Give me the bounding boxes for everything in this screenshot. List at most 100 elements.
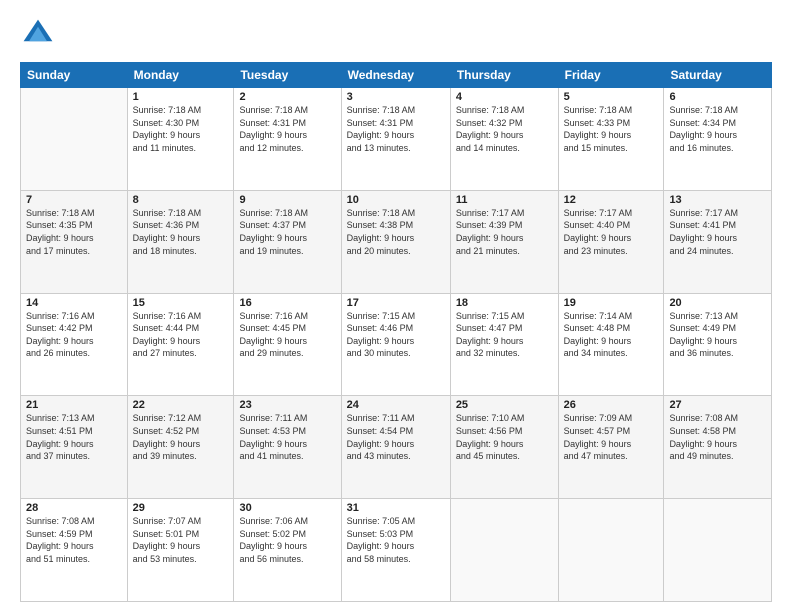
day-info: Sunrise: 7:18 AM Sunset: 4:37 PM Dayligh…: [239, 207, 335, 257]
calendar-cell: 6Sunrise: 7:18 AM Sunset: 4:34 PM Daylig…: [664, 88, 772, 191]
day-number: 1: [133, 91, 229, 103]
day-number: 3: [347, 91, 445, 103]
calendar-cell: 27Sunrise: 7:08 AM Sunset: 4:58 PM Dayli…: [664, 396, 772, 499]
day-info: Sunrise: 7:16 AM Sunset: 4:45 PM Dayligh…: [239, 310, 335, 360]
calendar-cell: 30Sunrise: 7:06 AM Sunset: 5:02 PM Dayli…: [234, 499, 341, 602]
calendar-header-monday: Monday: [127, 63, 234, 88]
calendar-header-wednesday: Wednesday: [341, 63, 450, 88]
day-number: 4: [456, 91, 553, 103]
day-info: Sunrise: 7:13 AM Sunset: 4:51 PM Dayligh…: [26, 412, 122, 462]
day-info: Sunrise: 7:18 AM Sunset: 4:33 PM Dayligh…: [564, 104, 659, 154]
day-number: 30: [239, 502, 335, 514]
day-number: 25: [456, 399, 553, 411]
calendar-cell: 25Sunrise: 7:10 AM Sunset: 4:56 PM Dayli…: [450, 396, 558, 499]
calendar-cell: [450, 499, 558, 602]
day-info: Sunrise: 7:12 AM Sunset: 4:52 PM Dayligh…: [133, 412, 229, 462]
calendar-cell: 26Sunrise: 7:09 AM Sunset: 4:57 PM Dayli…: [558, 396, 664, 499]
day-info: Sunrise: 7:08 AM Sunset: 4:58 PM Dayligh…: [669, 412, 766, 462]
calendar-cell: [21, 88, 128, 191]
calendar-cell: 5Sunrise: 7:18 AM Sunset: 4:33 PM Daylig…: [558, 88, 664, 191]
day-number: 26: [564, 399, 659, 411]
day-number: 24: [347, 399, 445, 411]
day-number: 5: [564, 91, 659, 103]
day-number: 14: [26, 297, 122, 309]
day-number: 18: [456, 297, 553, 309]
day-info: Sunrise: 7:18 AM Sunset: 4:30 PM Dayligh…: [133, 104, 229, 154]
calendar-header-saturday: Saturday: [664, 63, 772, 88]
day-number: 29: [133, 502, 229, 514]
day-number: 16: [239, 297, 335, 309]
calendar-cell: 23Sunrise: 7:11 AM Sunset: 4:53 PM Dayli…: [234, 396, 341, 499]
day-number: 11: [456, 194, 553, 206]
calendar-week-row: 7Sunrise: 7:18 AM Sunset: 4:35 PM Daylig…: [21, 190, 772, 293]
calendar-cell: 17Sunrise: 7:15 AM Sunset: 4:46 PM Dayli…: [341, 293, 450, 396]
calendar-cell: 14Sunrise: 7:16 AM Sunset: 4:42 PM Dayli…: [21, 293, 128, 396]
day-info: Sunrise: 7:18 AM Sunset: 4:31 PM Dayligh…: [347, 104, 445, 154]
calendar-cell: 2Sunrise: 7:18 AM Sunset: 4:31 PM Daylig…: [234, 88, 341, 191]
day-number: 13: [669, 194, 766, 206]
calendar-cell: 21Sunrise: 7:13 AM Sunset: 4:51 PM Dayli…: [21, 396, 128, 499]
day-number: 15: [133, 297, 229, 309]
calendar-header-sunday: Sunday: [21, 63, 128, 88]
calendar-cell: 16Sunrise: 7:16 AM Sunset: 4:45 PM Dayli…: [234, 293, 341, 396]
day-info: Sunrise: 7:15 AM Sunset: 4:47 PM Dayligh…: [456, 310, 553, 360]
day-info: Sunrise: 7:18 AM Sunset: 4:35 PM Dayligh…: [26, 207, 122, 257]
header: [20, 16, 772, 52]
day-info: Sunrise: 7:11 AM Sunset: 4:54 PM Dayligh…: [347, 412, 445, 462]
calendar-week-row: 21Sunrise: 7:13 AM Sunset: 4:51 PM Dayli…: [21, 396, 772, 499]
calendar-table: SundayMondayTuesdayWednesdayThursdayFrid…: [20, 62, 772, 602]
logo-icon: [20, 16, 56, 52]
day-number: 22: [133, 399, 229, 411]
calendar-header-friday: Friday: [558, 63, 664, 88]
day-info: Sunrise: 7:05 AM Sunset: 5:03 PM Dayligh…: [347, 515, 445, 565]
calendar-week-row: 1Sunrise: 7:18 AM Sunset: 4:30 PM Daylig…: [21, 88, 772, 191]
day-info: Sunrise: 7:18 AM Sunset: 4:32 PM Dayligh…: [456, 104, 553, 154]
day-info: Sunrise: 7:15 AM Sunset: 4:46 PM Dayligh…: [347, 310, 445, 360]
calendar-cell: 12Sunrise: 7:17 AM Sunset: 4:40 PM Dayli…: [558, 190, 664, 293]
day-number: 19: [564, 297, 659, 309]
day-number: 12: [564, 194, 659, 206]
page: SundayMondayTuesdayWednesdayThursdayFrid…: [0, 0, 792, 612]
day-info: Sunrise: 7:16 AM Sunset: 4:42 PM Dayligh…: [26, 310, 122, 360]
calendar-header-row: SundayMondayTuesdayWednesdayThursdayFrid…: [21, 63, 772, 88]
day-number: 6: [669, 91, 766, 103]
calendar-cell: 20Sunrise: 7:13 AM Sunset: 4:49 PM Dayli…: [664, 293, 772, 396]
day-number: 20: [669, 297, 766, 309]
day-number: 2: [239, 91, 335, 103]
day-number: 27: [669, 399, 766, 411]
calendar-cell: 22Sunrise: 7:12 AM Sunset: 4:52 PM Dayli…: [127, 396, 234, 499]
calendar-cell: 8Sunrise: 7:18 AM Sunset: 4:36 PM Daylig…: [127, 190, 234, 293]
calendar-cell: 28Sunrise: 7:08 AM Sunset: 4:59 PM Dayli…: [21, 499, 128, 602]
calendar-cell: 7Sunrise: 7:18 AM Sunset: 4:35 PM Daylig…: [21, 190, 128, 293]
calendar-cell: 18Sunrise: 7:15 AM Sunset: 4:47 PM Dayli…: [450, 293, 558, 396]
calendar-cell: 11Sunrise: 7:17 AM Sunset: 4:39 PM Dayli…: [450, 190, 558, 293]
calendar-cell: [664, 499, 772, 602]
calendar-cell: 3Sunrise: 7:18 AM Sunset: 4:31 PM Daylig…: [341, 88, 450, 191]
day-info: Sunrise: 7:18 AM Sunset: 4:31 PM Dayligh…: [239, 104, 335, 154]
calendar-cell: 29Sunrise: 7:07 AM Sunset: 5:01 PM Dayli…: [127, 499, 234, 602]
day-info: Sunrise: 7:17 AM Sunset: 4:41 PM Dayligh…: [669, 207, 766, 257]
day-info: Sunrise: 7:13 AM Sunset: 4:49 PM Dayligh…: [669, 310, 766, 360]
day-number: 21: [26, 399, 122, 411]
day-number: 7: [26, 194, 122, 206]
day-number: 8: [133, 194, 229, 206]
calendar-cell: 10Sunrise: 7:18 AM Sunset: 4:38 PM Dayli…: [341, 190, 450, 293]
calendar-week-row: 28Sunrise: 7:08 AM Sunset: 4:59 PM Dayli…: [21, 499, 772, 602]
day-info: Sunrise: 7:18 AM Sunset: 4:34 PM Dayligh…: [669, 104, 766, 154]
calendar-cell: 1Sunrise: 7:18 AM Sunset: 4:30 PM Daylig…: [127, 88, 234, 191]
day-number: 10: [347, 194, 445, 206]
calendar-header-tuesday: Tuesday: [234, 63, 341, 88]
day-info: Sunrise: 7:17 AM Sunset: 4:39 PM Dayligh…: [456, 207, 553, 257]
day-number: 17: [347, 297, 445, 309]
calendar-cell: [558, 499, 664, 602]
day-number: 23: [239, 399, 335, 411]
day-info: Sunrise: 7:07 AM Sunset: 5:01 PM Dayligh…: [133, 515, 229, 565]
calendar-cell: 15Sunrise: 7:16 AM Sunset: 4:44 PM Dayli…: [127, 293, 234, 396]
day-info: Sunrise: 7:18 AM Sunset: 4:38 PM Dayligh…: [347, 207, 445, 257]
calendar-cell: 9Sunrise: 7:18 AM Sunset: 4:37 PM Daylig…: [234, 190, 341, 293]
calendar-cell: 24Sunrise: 7:11 AM Sunset: 4:54 PM Dayli…: [341, 396, 450, 499]
day-info: Sunrise: 7:09 AM Sunset: 4:57 PM Dayligh…: [564, 412, 659, 462]
day-info: Sunrise: 7:14 AM Sunset: 4:48 PM Dayligh…: [564, 310, 659, 360]
calendar-cell: 4Sunrise: 7:18 AM Sunset: 4:32 PM Daylig…: [450, 88, 558, 191]
calendar-week-row: 14Sunrise: 7:16 AM Sunset: 4:42 PM Dayli…: [21, 293, 772, 396]
